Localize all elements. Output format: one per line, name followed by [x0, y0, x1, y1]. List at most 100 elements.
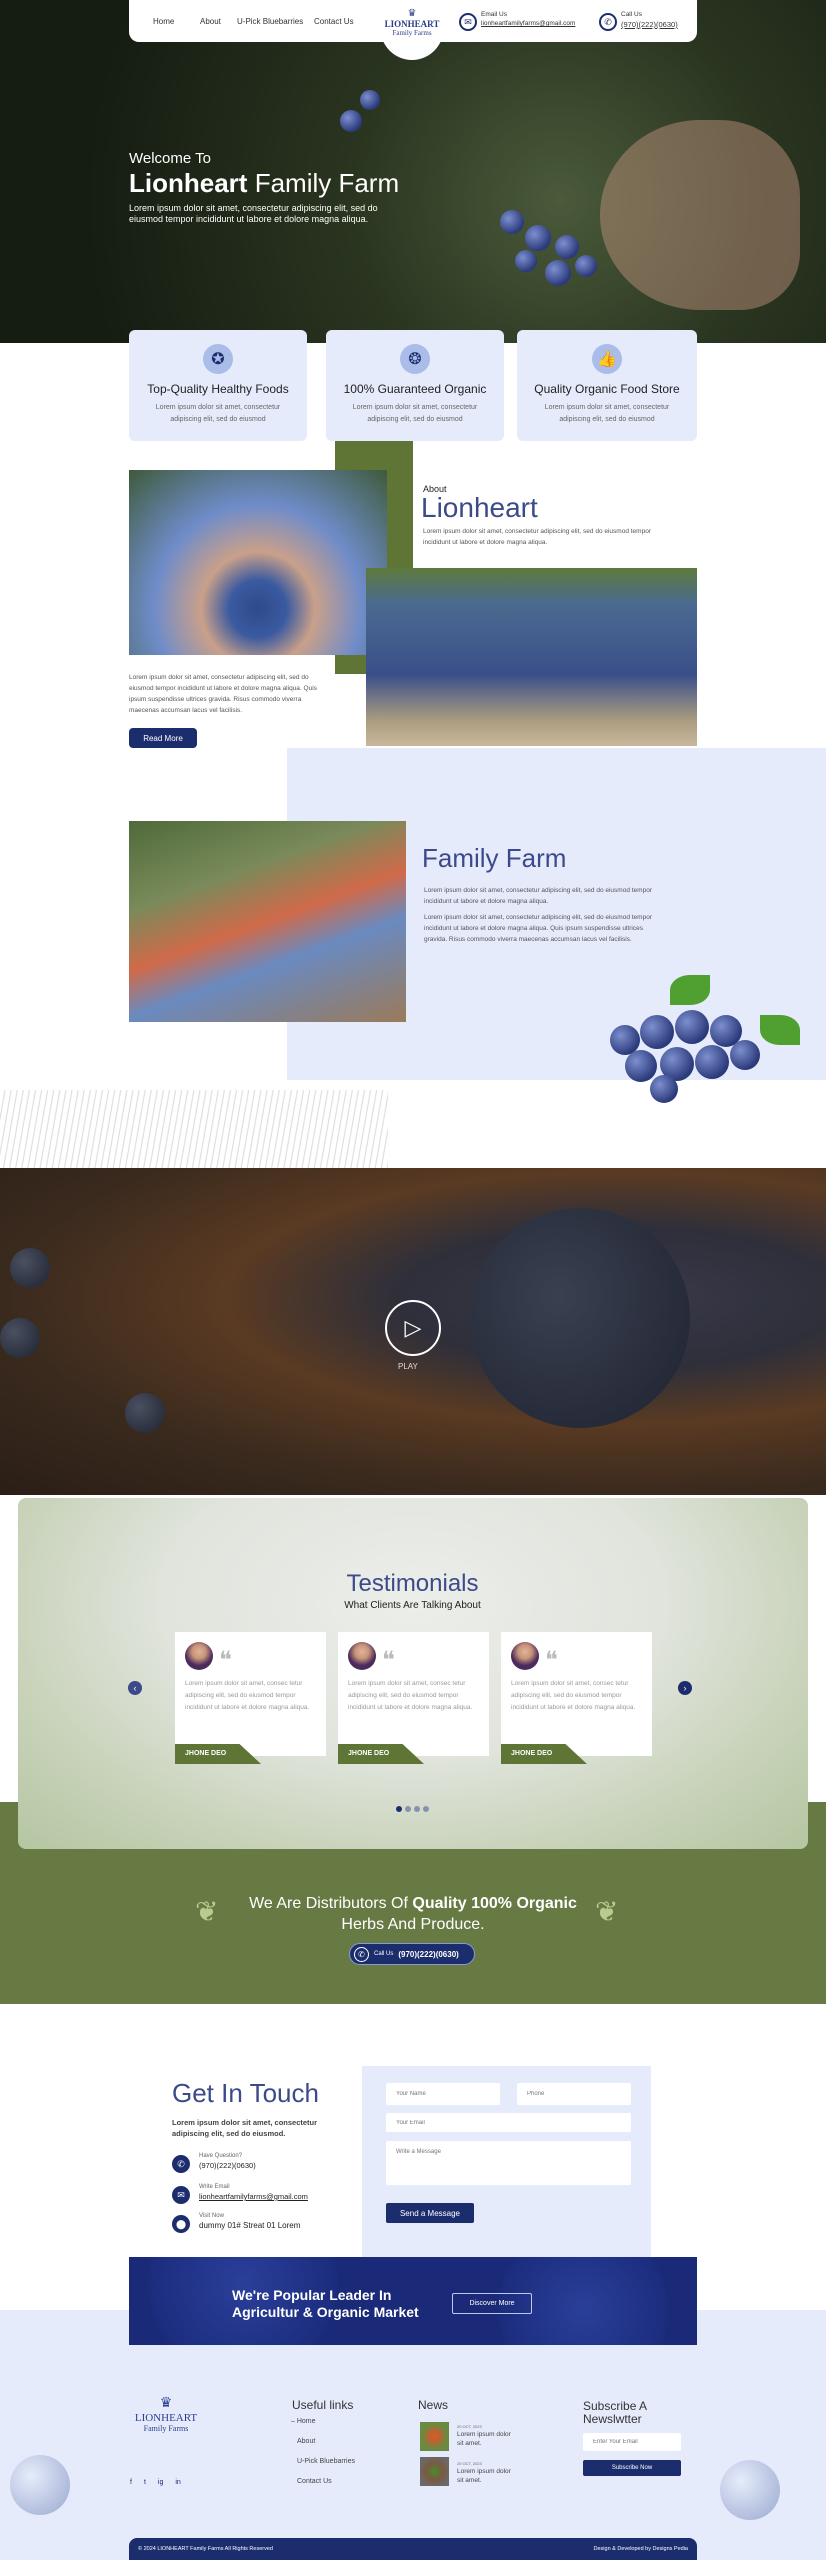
read-more-button[interactable]: Read More	[129, 728, 197, 748]
carousel-dot[interactable]	[423, 1806, 429, 1812]
banner-line1: We're Popular Leader In	[232, 2287, 392, 2303]
feature-title: 100% Guaranteed Organic	[343, 382, 487, 396]
newsletter-email-input[interactable]	[583, 2433, 681, 2451]
phone-input[interactable]	[517, 2083, 631, 2105]
play-button[interactable]: ▷	[385, 1300, 441, 1356]
news-date: 20 OCT, 2023	[457, 2461, 482, 2466]
distributor-call-button[interactable]: ✆ Call Us (970)(222)(0630)	[349, 1943, 475, 1965]
call-phone: (970)(222)(0630)	[398, 1949, 459, 1959]
natural-badge-icon: ❂	[400, 344, 430, 374]
contact-label: Have Question?	[199, 2153, 243, 2159]
contact-label: Write Email	[199, 2184, 230, 2190]
family-title: Family Farm	[422, 843, 567, 873]
message-textarea[interactable]	[386, 2141, 631, 2185]
email-input[interactable]	[386, 2113, 631, 2132]
contact-value[interactable]: lionheartfamilyfarms@gmail.com	[199, 2192, 308, 2201]
hero-title: Lionheart Family Farm	[129, 168, 399, 199]
testimonial-text: Lorem ipsum dolor sit amet, consec tetur…	[185, 1680, 310, 1711]
carousel-dots	[396, 1806, 429, 1812]
quote-icon: ❝	[219, 1648, 232, 1674]
about-text: Lorem ipsum dolor sit amet, consectetur …	[423, 528, 651, 546]
call-label: Call Us	[621, 11, 642, 18]
news-text[interactable]: Lorem ipsum dolor sit amet.	[457, 2467, 517, 2485]
footer-link-contact[interactable]: Contact Us	[297, 2478, 332, 2485]
footer-logo[interactable]: ♛ LIONHEART Family Farms	[128, 2395, 204, 2433]
feature-card: ✪ Top-Quality Healthy Foods Lorem ipsum …	[129, 330, 307, 441]
avatar	[511, 1642, 539, 1670]
quote-icon: ❝	[382, 1648, 395, 1674]
email-link[interactable]: lionheartfamilyfarms@gmail.com	[481, 20, 575, 27]
testimonial-name: JHONE DEO	[501, 1744, 587, 1764]
useful-links-title: Useful links	[292, 2398, 354, 2412]
carousel-dot[interactable]	[405, 1806, 411, 1812]
hero-title-light: Family Farm	[254, 168, 400, 198]
news-text[interactable]: Lorem ipsum dolor sit amet.	[457, 2430, 517, 2448]
feature-text: Lorem ipsum dolor sit amet, consectetur …	[544, 404, 670, 423]
carousel-next-button[interactable]: ›	[678, 1681, 692, 1695]
facebook-icon[interactable]: f	[130, 2479, 132, 2486]
send-message-button[interactable]: Send a Message	[386, 2203, 474, 2223]
distributor-text: We Are Distributors Of Quality 100% Orga…	[213, 1893, 613, 1935]
testimonial-card: ❝ Lorem ipsum dolor sit amet, consec tet…	[175, 1632, 326, 1764]
award-ribbon-icon: ✪	[203, 344, 233, 374]
logo-line2: Family Farms	[392, 29, 432, 37]
nav-u-pick[interactable]: U-Pick Bluebarries	[237, 17, 303, 26]
feature-text: Lorem ipsum dolor sit amet, consectetur …	[155, 404, 281, 423]
subscribe-button[interactable]: Subscribe Now	[583, 2460, 681, 2476]
quote-icon: ❝	[545, 1648, 558, 1674]
avatar	[348, 1642, 376, 1670]
contact-value: dummy 01# Streat 01 Lorem	[199, 2221, 301, 2230]
social-links: f t ig in	[130, 2479, 181, 2486]
family-photo	[129, 821, 406, 1022]
nav-about[interactable]: About	[200, 17, 221, 26]
contact-value[interactable]: (970)(222)(0630)	[199, 2161, 256, 2170]
avatar	[185, 1642, 213, 1670]
email-label: Email Us	[481, 11, 508, 18]
testimonials-title: Testimonials	[346, 1570, 479, 1597]
nav-home[interactable]: Home	[153, 17, 174, 26]
testimonial-name: JHONE DEO	[338, 1744, 424, 1764]
nav-contact[interactable]: Contact Us	[314, 17, 354, 26]
carousel-prev-button[interactable]: ‹	[128, 1681, 142, 1695]
twitter-icon[interactable]: t	[144, 2479, 146, 2486]
about-image-blueberry-boxes	[366, 568, 697, 746]
footer-berries-right	[700, 2440, 810, 2530]
footer-logo-line2: Family Farms	[143, 2424, 189, 2433]
carousel-dot-active[interactable]	[396, 1806, 402, 1812]
about-image-woman-blueberries	[129, 470, 387, 655]
news-thumbnail[interactable]	[420, 2422, 449, 2451]
banner-text: We're Popular Leader In Agricultur & Org…	[232, 2287, 419, 2321]
banner-line2: Agricultur & Organic Market	[232, 2304, 419, 2320]
footer-link-about[interactable]: About	[297, 2438, 315, 2445]
testimonial-name: JHONE DEO	[175, 1744, 261, 1764]
instagram-icon[interactable]: ig	[158, 2479, 163, 2486]
copyright-text: © 2024 LIONHEART Family Farms All Rights…	[138, 2546, 273, 2552]
farm-sketch-illustration	[0, 1090, 388, 1168]
testimonial-text: Lorem ipsum dolor sit amet, consec tetur…	[348, 1680, 473, 1711]
logo-line1: LIONHEART	[384, 19, 440, 29]
copyright-bar: © 2024 LIONHEART Family Farms All Rights…	[129, 2538, 697, 2560]
hero-title-bold: Lionheart	[129, 168, 248, 198]
carousel-dot[interactable]	[414, 1806, 420, 1812]
subscribe-title: Subscribe A Newslwtter	[583, 2399, 647, 2426]
name-input[interactable]	[386, 2083, 500, 2105]
testimonial-card: ❝ Lorem ipsum dolor sit amet, consec tet…	[338, 1632, 489, 1764]
news-thumbnail[interactable]	[420, 2457, 449, 2486]
discover-more-button[interactable]: Discover More	[452, 2293, 532, 2314]
footer-link-u-pick[interactable]: U-Pick Bluebarries	[297, 2458, 355, 2465]
distributor-bold: Quality 100% Organic	[412, 1895, 577, 1912]
phone-icon: ✆	[599, 13, 617, 31]
video-section: ▷ PLAY	[0, 1168, 826, 1495]
phone-icon: ✆	[172, 2155, 190, 2173]
contact-text: Lorem ipsum dolor sit amet, consectetur …	[172, 2118, 318, 2138]
email-icon: ✉	[172, 2186, 190, 2204]
phone-link[interactable]: (970)(222)(0630)	[621, 20, 678, 29]
credit-text[interactable]: Design & Developed by Designs Pedia	[594, 2546, 688, 2552]
linkedin-icon[interactable]: in	[175, 2479, 180, 2486]
location-pin-icon: ⬤	[172, 2215, 190, 2233]
footer-link-home[interactable]: – Home	[291, 2418, 316, 2425]
email-icon: ✉	[459, 13, 477, 31]
hero-text: Lorem ipsum dolor sit amet, consectetur …	[129, 203, 378, 224]
phone-icon: ✆	[354, 1946, 369, 1962]
about-paragraph: Lorem ipsum dolor sit amet, consectetur …	[129, 674, 317, 714]
